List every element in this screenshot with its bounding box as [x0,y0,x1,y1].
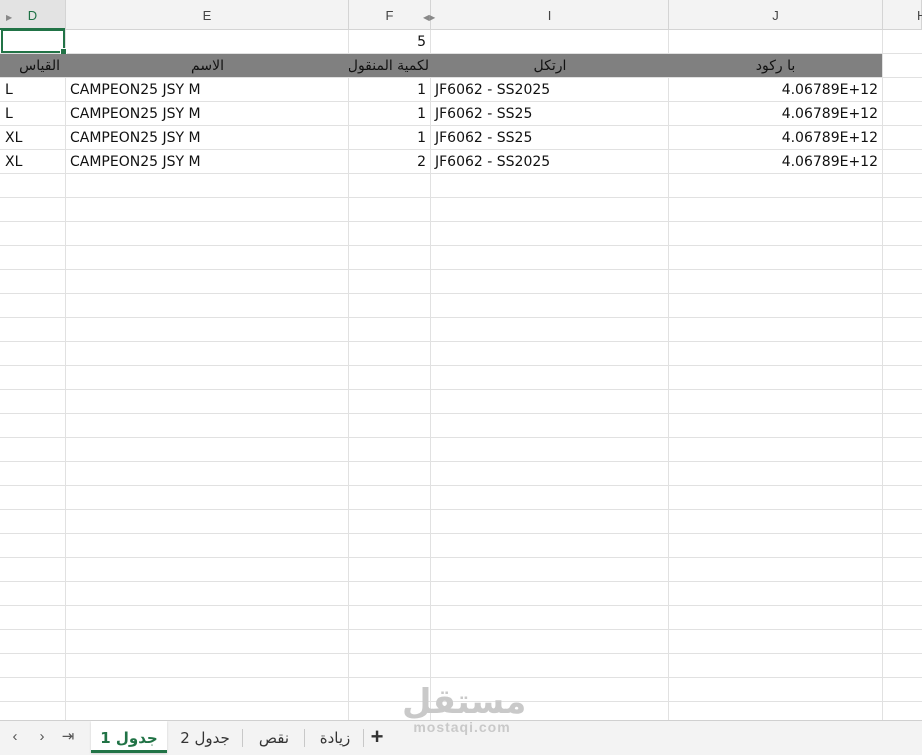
gridline [0,509,922,510]
header-name[interactable]: الاسم [66,54,349,77]
header-size[interactable]: القياس [0,54,60,77]
header-qty[interactable]: لكمية المنقول [349,54,429,77]
table-cell-qty[interactable]: 1 [349,78,430,102]
gridline [0,341,922,342]
table-cell-name[interactable]: CAMPEON25 JSY M [65,78,348,102]
watermark-logo: مستقل [402,682,527,722]
gridline [0,557,922,558]
table-cell-qty[interactable]: 1 [349,102,430,126]
table-cell-article[interactable]: JF6062 - SS2025 [430,78,668,102]
table-cell-barcode[interactable]: 4.06789E+12 [669,150,882,174]
gridline [0,317,922,318]
table-cell-size[interactable]: L [0,102,65,126]
hidden-columns-indicator-icon[interactable]: ◀▶ [423,14,435,22]
column-header-bar: D E F I J H ▶ ◀▶ [0,0,922,30]
column-header-f[interactable]: F [349,0,431,29]
gridline [0,413,922,414]
spreadsheet-grid[interactable]: D E F I J H ▶ ◀▶ 5 القياس الاسم لكمية ال… [0,0,922,720]
table-cell-size[interactable]: L [0,78,65,102]
gridline [0,485,922,486]
tab-divider [304,729,305,747]
header-barcode[interactable]: با ركود [669,54,882,77]
gridline [0,269,922,270]
sheet-tab-2[interactable]: جدول 2 [170,721,240,753]
hidden-columns-indicator-icon[interactable]: ▶ [6,14,12,22]
table-cell-barcode[interactable]: 4.06789E+12 [669,102,882,126]
table-cell-barcode[interactable]: 4.06789E+12 [669,78,882,102]
add-sheet-icon[interactable]: + [365,724,389,750]
column-header-h[interactable]: H [883,0,922,29]
table-cell-article[interactable]: JF6062 - SS2025 [430,150,668,174]
cell-f-value[interactable]: 5 [349,30,430,54]
watermark-site: mostaqi.com [413,719,511,735]
table-cell-name[interactable]: CAMPEON25 JSY M [65,102,348,126]
gridline [0,245,922,246]
table-cell-size[interactable]: XL [0,126,65,150]
active-cell-selection[interactable] [1,29,67,55]
gridline [0,461,922,462]
header-article[interactable]: ارتكل [431,54,669,77]
tab-divider [242,729,243,747]
gridline [0,389,922,390]
table-cell-name[interactable]: CAMPEON25 JSY M [65,150,348,174]
sheet-tab-shortage[interactable]: نقص [246,721,302,753]
watermark: مستقل mostaqi.com [402,682,527,735]
table-cell-barcode[interactable]: 4.06789E+12 [669,126,882,150]
gridline [0,677,922,678]
table-header-row: القياس الاسم لكمية المنقول ارتكل با ركود [0,54,882,77]
gridline [0,533,922,534]
sheet-tab-1[interactable]: جدول 1 [91,721,167,753]
gridline [0,581,922,582]
sheet-tab-surplus[interactable]: زيادة [308,721,362,753]
gridline [0,629,922,630]
last-sheet-icon[interactable]: ⇥ [58,727,78,747]
gridline [0,605,922,606]
chevron-left-icon[interactable]: ‹ [5,727,25,747]
column-header-i[interactable]: I [431,0,669,29]
gridline [0,197,922,198]
tab-divider [363,729,364,747]
gridline [0,293,922,294]
gridline [0,365,922,366]
chevron-right-icon[interactable]: › [32,727,52,747]
table-cell-qty[interactable]: 1 [349,126,430,150]
gridline [0,437,922,438]
table-cell-article[interactable]: JF6062 - SS25 [430,126,668,150]
gridline [0,221,922,222]
table-cell-article[interactable]: JF6062 - SS25 [430,102,668,126]
column-header-j[interactable]: J [669,0,883,29]
table-cell-size[interactable]: XL [0,150,65,174]
gridline [882,30,883,720]
table-cell-qty[interactable]: 2 [349,150,430,174]
column-header-e[interactable]: E [66,0,349,29]
gridline [0,653,922,654]
table-cell-name[interactable]: CAMPEON25 JSY M [65,126,348,150]
